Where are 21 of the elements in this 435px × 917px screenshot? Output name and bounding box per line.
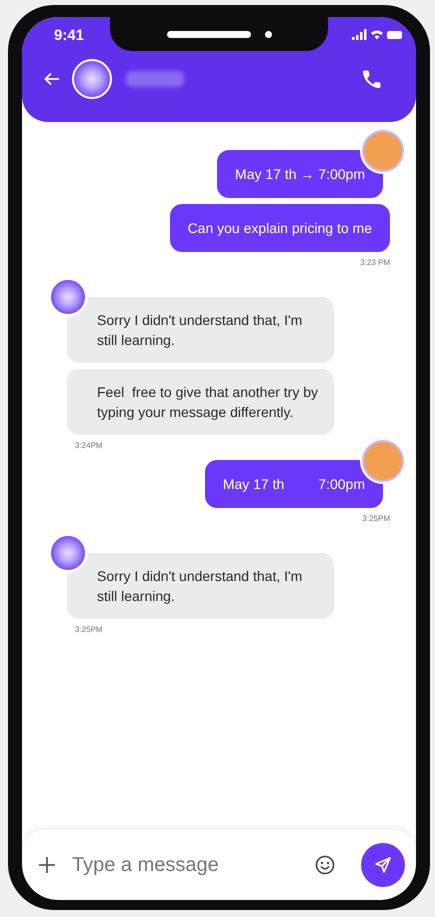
send-button[interactable] xyxy=(361,843,405,887)
blurred-name xyxy=(126,71,184,87)
paper-plane-icon xyxy=(374,856,392,874)
message-time: 3:25PM xyxy=(75,625,103,634)
status-icons xyxy=(352,29,402,41)
status-time: 9:41 xyxy=(54,26,84,44)
plus-icon[interactable] xyxy=(38,856,56,874)
message-text: Sorry I didn't understand that, I'm still learning. xyxy=(97,567,304,606)
message-time: 3:24PM xyxy=(75,441,103,450)
message-text: Feel free to give that another try by typing your message differently. xyxy=(97,383,318,422)
message-text: May 17 th → 7:00pm xyxy=(235,165,365,184)
message-text: May 17 th xyxy=(222,475,284,494)
message-text: 7:00pm xyxy=(318,475,365,494)
bot-avatar xyxy=(72,59,112,99)
message-input[interactable]: Type a message xyxy=(72,854,307,876)
message-text: Can you explain pricing to me xyxy=(188,219,372,238)
smiley-icon[interactable] xyxy=(315,855,335,875)
message-time: 3:23 PM xyxy=(360,258,390,267)
back-arrow-icon[interactable] xyxy=(44,72,60,86)
message-time: 3:25PM xyxy=(362,514,390,523)
message-text: Sorry I didn't understand that, I'm still learning. xyxy=(97,311,304,350)
